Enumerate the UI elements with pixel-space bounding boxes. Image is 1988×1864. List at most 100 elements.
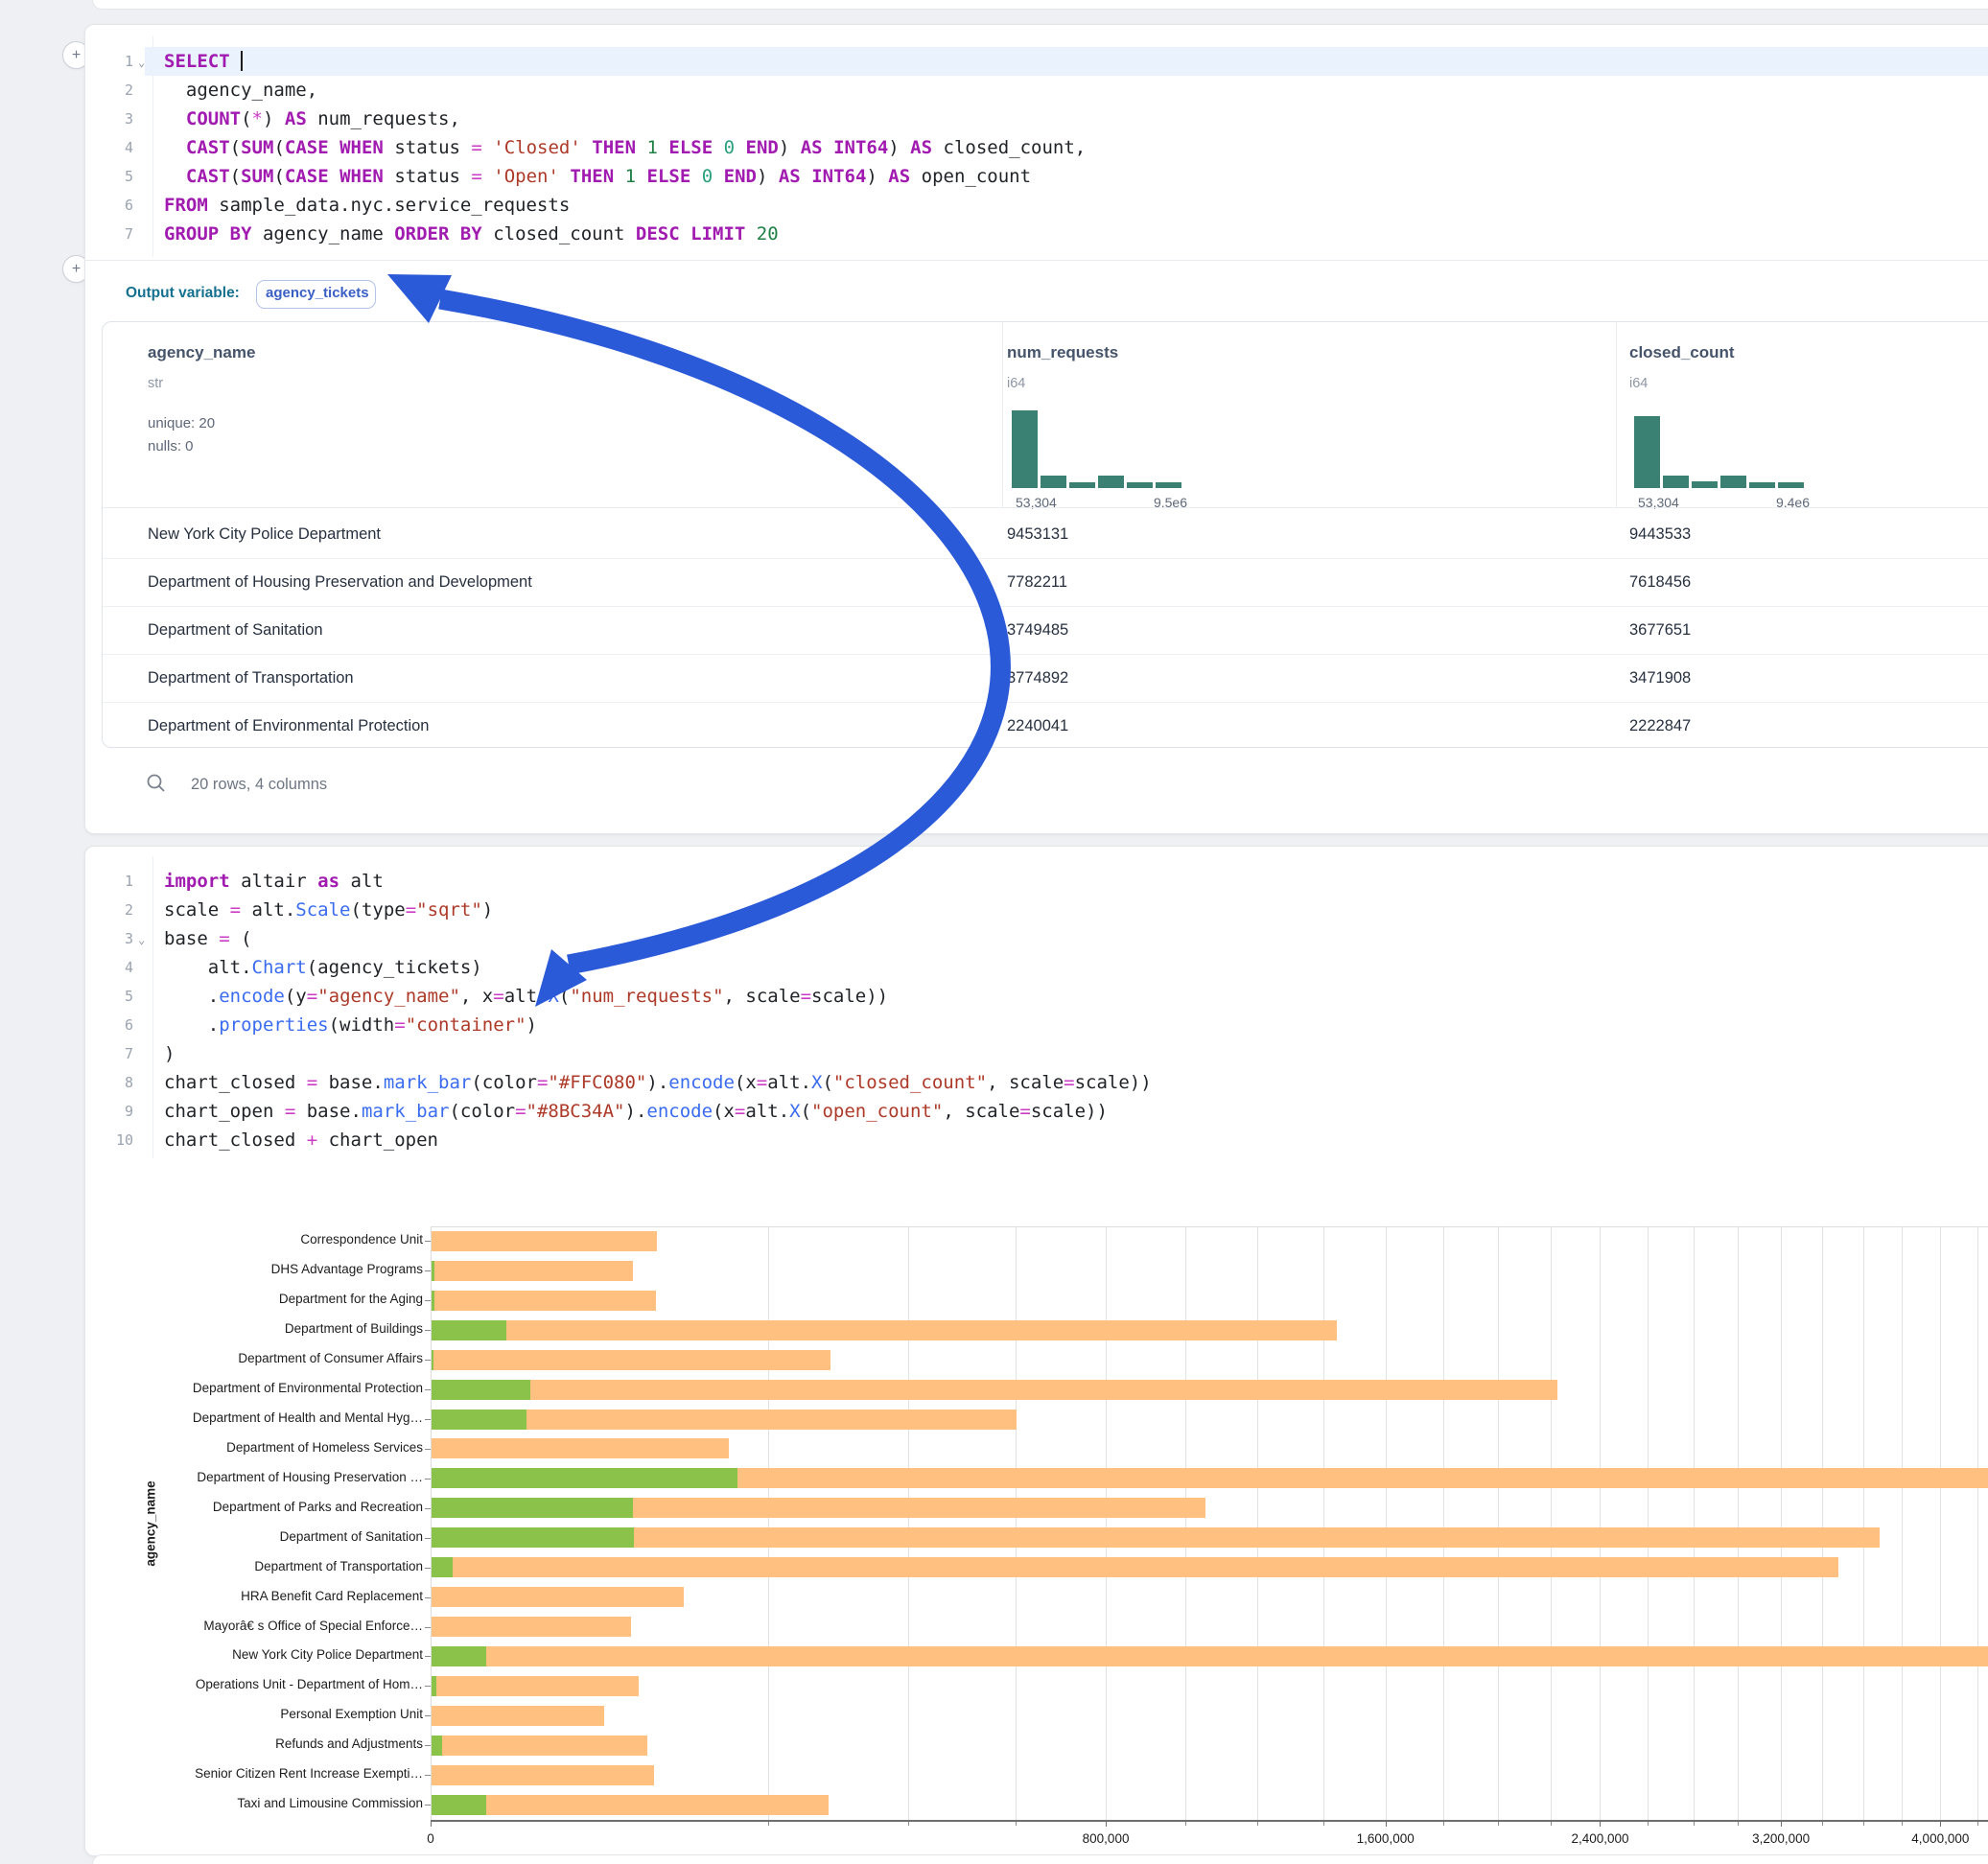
grid-line xyxy=(1443,1226,1444,1820)
y-tick xyxy=(425,1656,431,1657)
y-axis-label: Department of Homeless Services xyxy=(85,1440,423,1455)
line-number: 6 xyxy=(85,191,133,220)
closed-bar xyxy=(432,1706,604,1726)
open-bar xyxy=(432,1320,506,1340)
code-line[interactable]: 1⌄ SELECT xyxy=(85,47,1988,76)
y-tick xyxy=(425,1389,431,1390)
grid-line xyxy=(1323,1226,1324,1820)
grid-line xyxy=(1822,1226,1823,1820)
closed-bar xyxy=(432,1320,1337,1340)
grid-line xyxy=(908,1226,909,1820)
table-row-value: 3471908 xyxy=(1629,654,1691,702)
grid-line xyxy=(1185,1226,1186,1820)
code-text: COUNT(*) AS num_requests, xyxy=(164,105,460,133)
column-type: i64 xyxy=(1629,376,1648,391)
column-header: closed_count xyxy=(1629,343,1735,362)
closed-bar xyxy=(432,1291,656,1311)
code-text: FROM sample_data.nyc.service_requests xyxy=(164,191,570,220)
grid-line xyxy=(1551,1226,1552,1820)
column-header: agency_name xyxy=(148,343,255,362)
table-row-value: 3774892 xyxy=(1007,654,1068,702)
code-line[interactable]: 7GROUP BY agency_name ORDER BY closed_co… xyxy=(85,220,1988,248)
table-row-name: Department of Housing Preservation and D… xyxy=(148,558,532,606)
code-line[interactable]: 5 CAST(SUM(CASE WHEN status = 'Open' THE… xyxy=(85,162,1988,191)
grid-line xyxy=(1498,1226,1499,1820)
code-line[interactable]: 2 agency_name, xyxy=(85,76,1988,105)
x-tick xyxy=(1600,1820,1601,1827)
y-axis-label: Department of Parks and Recreation xyxy=(85,1500,423,1514)
search-icon[interactable] xyxy=(145,772,168,795)
fold-caret-icon[interactable]: ⌄ xyxy=(138,48,145,77)
y-axis-label: Mayorâ€ s Office of Special Enforce… xyxy=(85,1619,423,1633)
x-tick xyxy=(431,1820,432,1827)
closed-bar xyxy=(432,1617,631,1637)
header-divider xyxy=(1616,322,1617,507)
header-bottom-border xyxy=(103,507,1988,508)
line-number: 3 xyxy=(85,105,133,133)
open-bar xyxy=(432,1527,634,1548)
code-text: GROUP BY agency_name ORDER BY closed_cou… xyxy=(164,220,779,248)
code-line[interactable]: 6 FROM sample_data.nyc.service_requests xyxy=(85,191,1988,220)
altair-chart: 0800,0001,600,0002,400,0003,200,0004,000… xyxy=(85,847,1988,1855)
table-row-value: 9443533 xyxy=(1629,510,1691,558)
output-variable-label: Output variable: xyxy=(126,285,240,302)
histogram-bar xyxy=(1098,476,1124,488)
table-row-value: 7782211 xyxy=(1007,558,1067,606)
open-bar xyxy=(432,1736,442,1756)
y-axis-label: Department of Buildings xyxy=(85,1321,423,1336)
y-tick xyxy=(425,1360,431,1361)
previous-cell-edge xyxy=(92,0,1988,10)
x-tick xyxy=(1940,1820,1941,1827)
plot-border xyxy=(431,1226,1988,1822)
y-tick xyxy=(425,1508,431,1509)
y-tick xyxy=(425,1538,431,1539)
histogram-bar xyxy=(1127,482,1153,488)
histogram-bar xyxy=(1156,482,1181,488)
line-number: 1 xyxy=(85,47,133,76)
x-tick-label: 4,000,000 xyxy=(1911,1831,1969,1846)
histogram-bar xyxy=(1720,476,1746,488)
line-number: 4 xyxy=(85,133,133,162)
sql-cell-card: 1⌄ SELECT 2 agency_name,3 COUNT(*) AS num… xyxy=(84,24,1988,834)
y-axis-label: Operations Unit - Department of Hom… xyxy=(85,1677,423,1691)
x-tick-label: 1,600,000 xyxy=(1357,1831,1415,1846)
column-stat: nulls: 0 xyxy=(148,438,194,454)
y-axis-label: Personal Exemption Unit xyxy=(85,1707,423,1721)
sql-code-editor[interactable]: 1⌄ SELECT 2 agency_name,3 COUNT(*) AS num… xyxy=(85,47,1988,248)
output-variable-value: agency_tickets xyxy=(257,281,369,301)
x-tick-label: 2,400,000 xyxy=(1571,1831,1628,1846)
grid-line xyxy=(768,1226,769,1820)
code-line[interactable]: 3 COUNT(*) AS num_requests, xyxy=(85,105,1988,133)
open-bar xyxy=(432,1646,486,1666)
y-axis-label: DHS Advantage Programs xyxy=(85,1262,423,1276)
table-row-name: Department of Environmental Protection xyxy=(148,702,429,750)
y-axis-label: Department of Consumer Affairs xyxy=(85,1351,423,1365)
grid-line xyxy=(1781,1226,1782,1820)
grid-line xyxy=(1016,1226,1017,1820)
histogram-bar xyxy=(1749,482,1775,488)
open-bar xyxy=(432,1498,633,1518)
closed-bar xyxy=(432,1736,647,1756)
grid-line xyxy=(1386,1226,1387,1820)
closed-bar xyxy=(432,1557,1838,1577)
code-text: SELECT xyxy=(164,47,243,76)
histogram-bar xyxy=(1041,476,1066,488)
code-line[interactable]: 4 CAST(SUM(CASE WHEN status = 'Closed' T… xyxy=(85,133,1988,162)
histogram-bar xyxy=(1778,482,1804,488)
y-axis-label: Department of Sanitation xyxy=(85,1529,423,1544)
y-tick xyxy=(425,1627,431,1628)
grid-line xyxy=(1738,1226,1739,1820)
closed-bar xyxy=(432,1438,729,1458)
y-axis-label: Department for the Aging xyxy=(85,1292,423,1306)
y-tick xyxy=(425,1568,431,1569)
closed-bar xyxy=(432,1587,684,1607)
y-tick xyxy=(425,1597,431,1598)
column-type: str xyxy=(148,376,163,391)
histogram-bar xyxy=(1634,416,1660,488)
closed-bar xyxy=(432,1676,639,1696)
python-cell-card: 1import altair as alt2scale = alt.Scale(… xyxy=(84,846,1988,1856)
output-variable-pill[interactable]: agency_tickets xyxy=(256,280,376,309)
y-axis-label: Department of Transportation xyxy=(85,1559,423,1573)
closed-bar xyxy=(432,1646,1988,1666)
x-tick-label: 3,200,000 xyxy=(1752,1831,1810,1846)
